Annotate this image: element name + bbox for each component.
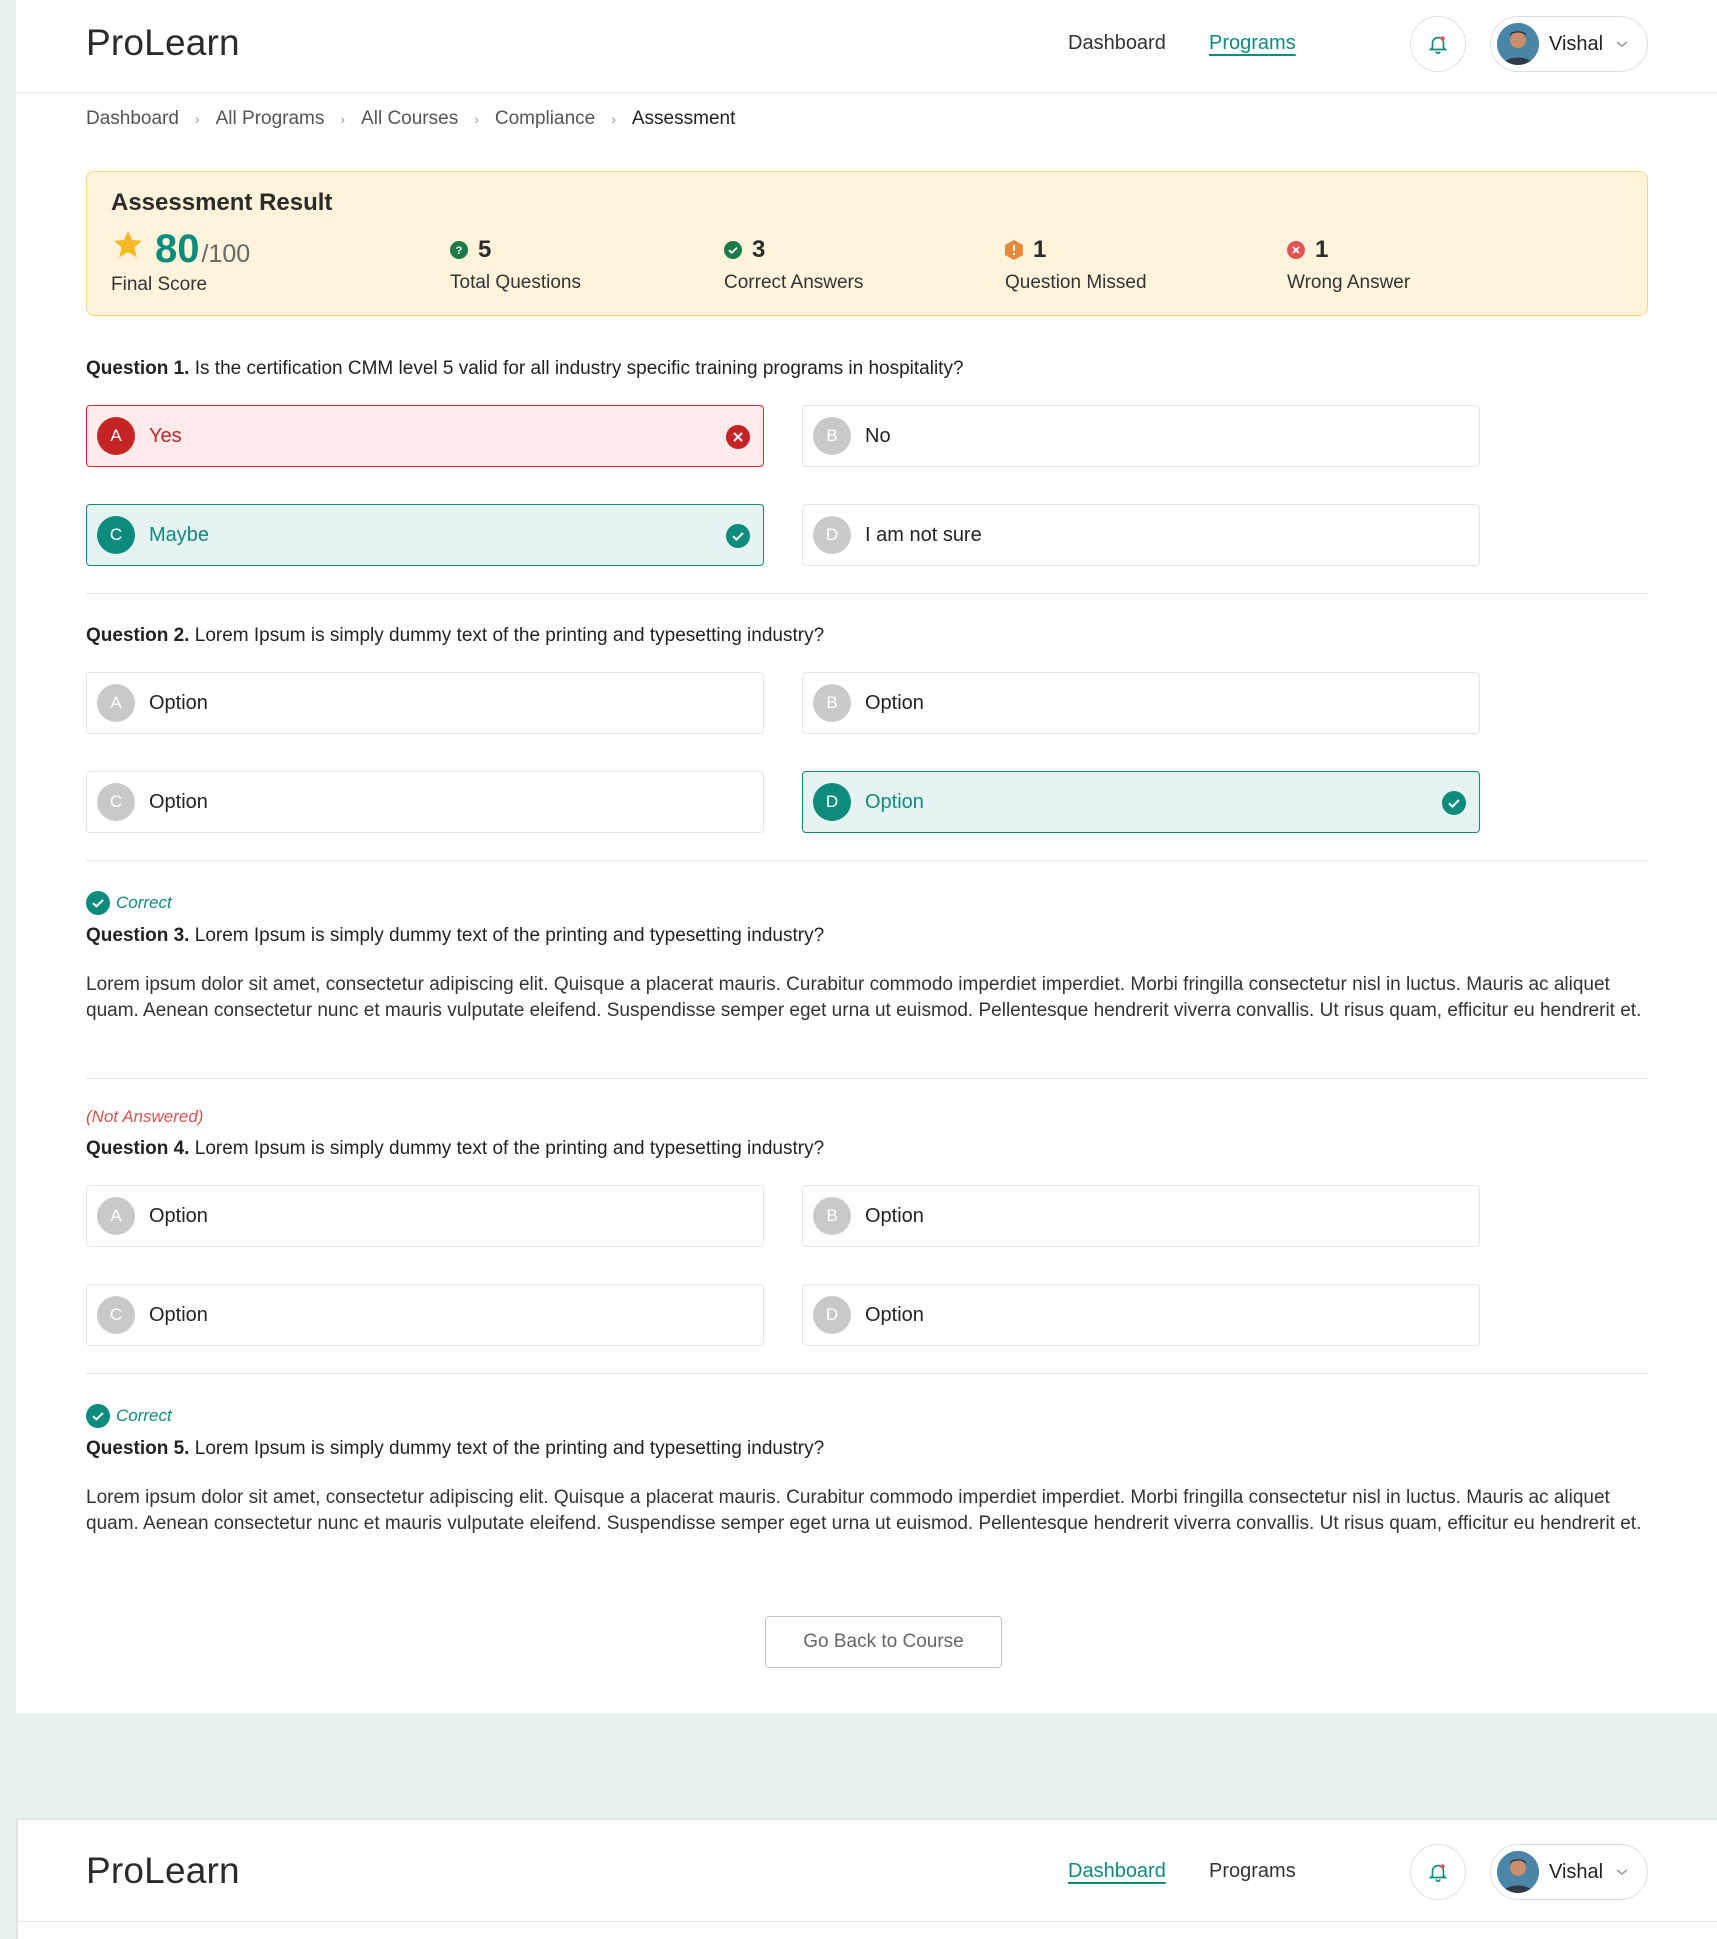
question-3-answer: Lorem ipsum dolor sit amet, consectetur …: [86, 974, 1642, 1021]
chevron-right-icon: ›: [611, 111, 616, 127]
q4-option-a[interactable]: A Option: [86, 1185, 764, 1247]
breadcrumb-assessment: Assessment: [631, 108, 736, 129]
app-logo[interactable]: ProLearn: [86, 1850, 240, 1892]
go-back-to-course-button[interactable]: Go Back to Course: [765, 1616, 1002, 1668]
divider: [86, 593, 1648, 594]
chevron-down-icon: [1616, 1869, 1628, 1875]
notification-button[interactable]: [1410, 16, 1466, 72]
q1-option-c[interactable]: C Maybe: [86, 504, 764, 566]
question-5-answer: Lorem ipsum dolor sit amet, consectetur …: [86, 1487, 1642, 1534]
divider: [86, 1078, 1648, 1079]
question-4-title: Question 4. Lorem Ipsum is simply dummy …: [86, 1138, 825, 1159]
check-circle-icon: [724, 241, 742, 259]
breadcrumb-dashboard[interactable]: Dashboard: [86, 108, 179, 130]
divider: [86, 1373, 1648, 1374]
nav-dashboard[interactable]: Dashboard: [1068, 1860, 1166, 1883]
question-icon: ?: [450, 241, 468, 259]
q4-option-b[interactable]: B Option: [802, 1185, 1480, 1247]
page-frame: ProLearn Dashboard Programs Vishal Dashb…: [16, 0, 1717, 1713]
svg-text:?: ?: [456, 245, 463, 257]
chevron-right-icon: ›: [340, 111, 346, 127]
stat-correct-answers: 3 Correct Answers: [724, 236, 864, 293]
score-max: /100: [201, 240, 251, 268]
result-title: Assessment Result: [111, 189, 333, 216]
check-circle-icon: [86, 891, 110, 915]
q1-option-a[interactable]: A Yes: [86, 405, 764, 467]
breadcrumb: Dashboard › All Programs › All Courses ›…: [86, 108, 735, 130]
final-score: 80 /100 Final Score: [111, 227, 250, 296]
nav-programs[interactable]: Programs: [1209, 32, 1296, 55]
page-frame-secondary: ProLearn Dashboard Programs Vishal: [16, 1818, 1717, 1939]
chevron-right-icon: ›: [194, 111, 200, 127]
x-circle-icon: [1287, 241, 1305, 259]
q2-option-a[interactable]: A Option: [86, 672, 764, 734]
question-1-title: Question 1. Is the certification CMM lev…: [86, 358, 964, 379]
star-icon: [113, 230, 143, 258]
stat-question-missed: 1 Question Missed: [1005, 236, 1147, 293]
q4-option-d[interactable]: D Option: [802, 1284, 1480, 1346]
score-label: Final Score: [111, 274, 208, 295]
status-correct: Correct: [86, 1404, 172, 1428]
avatar: [1497, 23, 1539, 65]
user-menu[interactable]: Vishal: [1490, 1844, 1648, 1900]
x-circle-icon: [726, 425, 750, 449]
app-logo[interactable]: ProLearn: [86, 22, 240, 64]
notification-button[interactable]: [1410, 1844, 1466, 1900]
breadcrumb-all-courses[interactable]: All Courses: [361, 108, 458, 130]
top-header: ProLearn Dashboard Programs Vishal: [18, 1820, 1717, 1922]
avatar: [1497, 1851, 1539, 1893]
q2-option-c[interactable]: C Option: [86, 771, 764, 833]
check-circle-icon: [1442, 791, 1466, 815]
breadcrumb-all-programs[interactable]: All Programs: [216, 108, 325, 130]
divider: [86, 860, 1648, 861]
user-menu[interactable]: Vishal: [1490, 16, 1648, 72]
bell-icon: [1428, 1864, 1448, 1882]
q1-option-b[interactable]: B No: [802, 405, 1480, 467]
stat-total-questions: ? 5 Total Questions: [450, 236, 581, 293]
status-not-answered: (Not Answered): [86, 1107, 204, 1126]
q4-option-c[interactable]: C Option: [86, 1284, 764, 1346]
score-value: 80: [155, 227, 200, 271]
warning-hexagon-icon: [1005, 240, 1023, 260]
user-name: Vishal: [1549, 1860, 1604, 1883]
nav-dashboard[interactable]: Dashboard: [1068, 32, 1166, 55]
q2-option-d[interactable]: D Option: [802, 771, 1480, 833]
status-correct: Correct: [86, 891, 172, 915]
bell-icon: [1428, 36, 1448, 54]
q2-option-b[interactable]: B Option: [802, 672, 1480, 734]
nav-programs[interactable]: Programs: [1209, 1860, 1296, 1883]
check-circle-icon: [726, 524, 750, 548]
chevron-right-icon: ›: [474, 111, 479, 127]
breadcrumb-compliance[interactable]: Compliance: [495, 108, 595, 130]
question-2-title: Question 2. Lorem Ipsum is simply dummy …: [86, 625, 825, 646]
q1-option-d[interactable]: D I am not sure: [802, 504, 1480, 566]
chevron-down-icon: [1616, 41, 1628, 47]
top-header: ProLearn Dashboard Programs Vishal: [16, 0, 1717, 93]
user-name: Vishal: [1549, 32, 1604, 55]
assessment-result-card: Assessment Result 80 /100 Final Score ? …: [86, 171, 1648, 316]
question-3-title: Question 3. Lorem Ipsum is simply dummy …: [86, 925, 825, 946]
stat-wrong-answer: 1 Wrong Answer: [1287, 236, 1411, 293]
check-circle-icon: [86, 1404, 110, 1428]
question-5-title: Question 5. Lorem Ipsum is simply dummy …: [86, 1438, 825, 1459]
